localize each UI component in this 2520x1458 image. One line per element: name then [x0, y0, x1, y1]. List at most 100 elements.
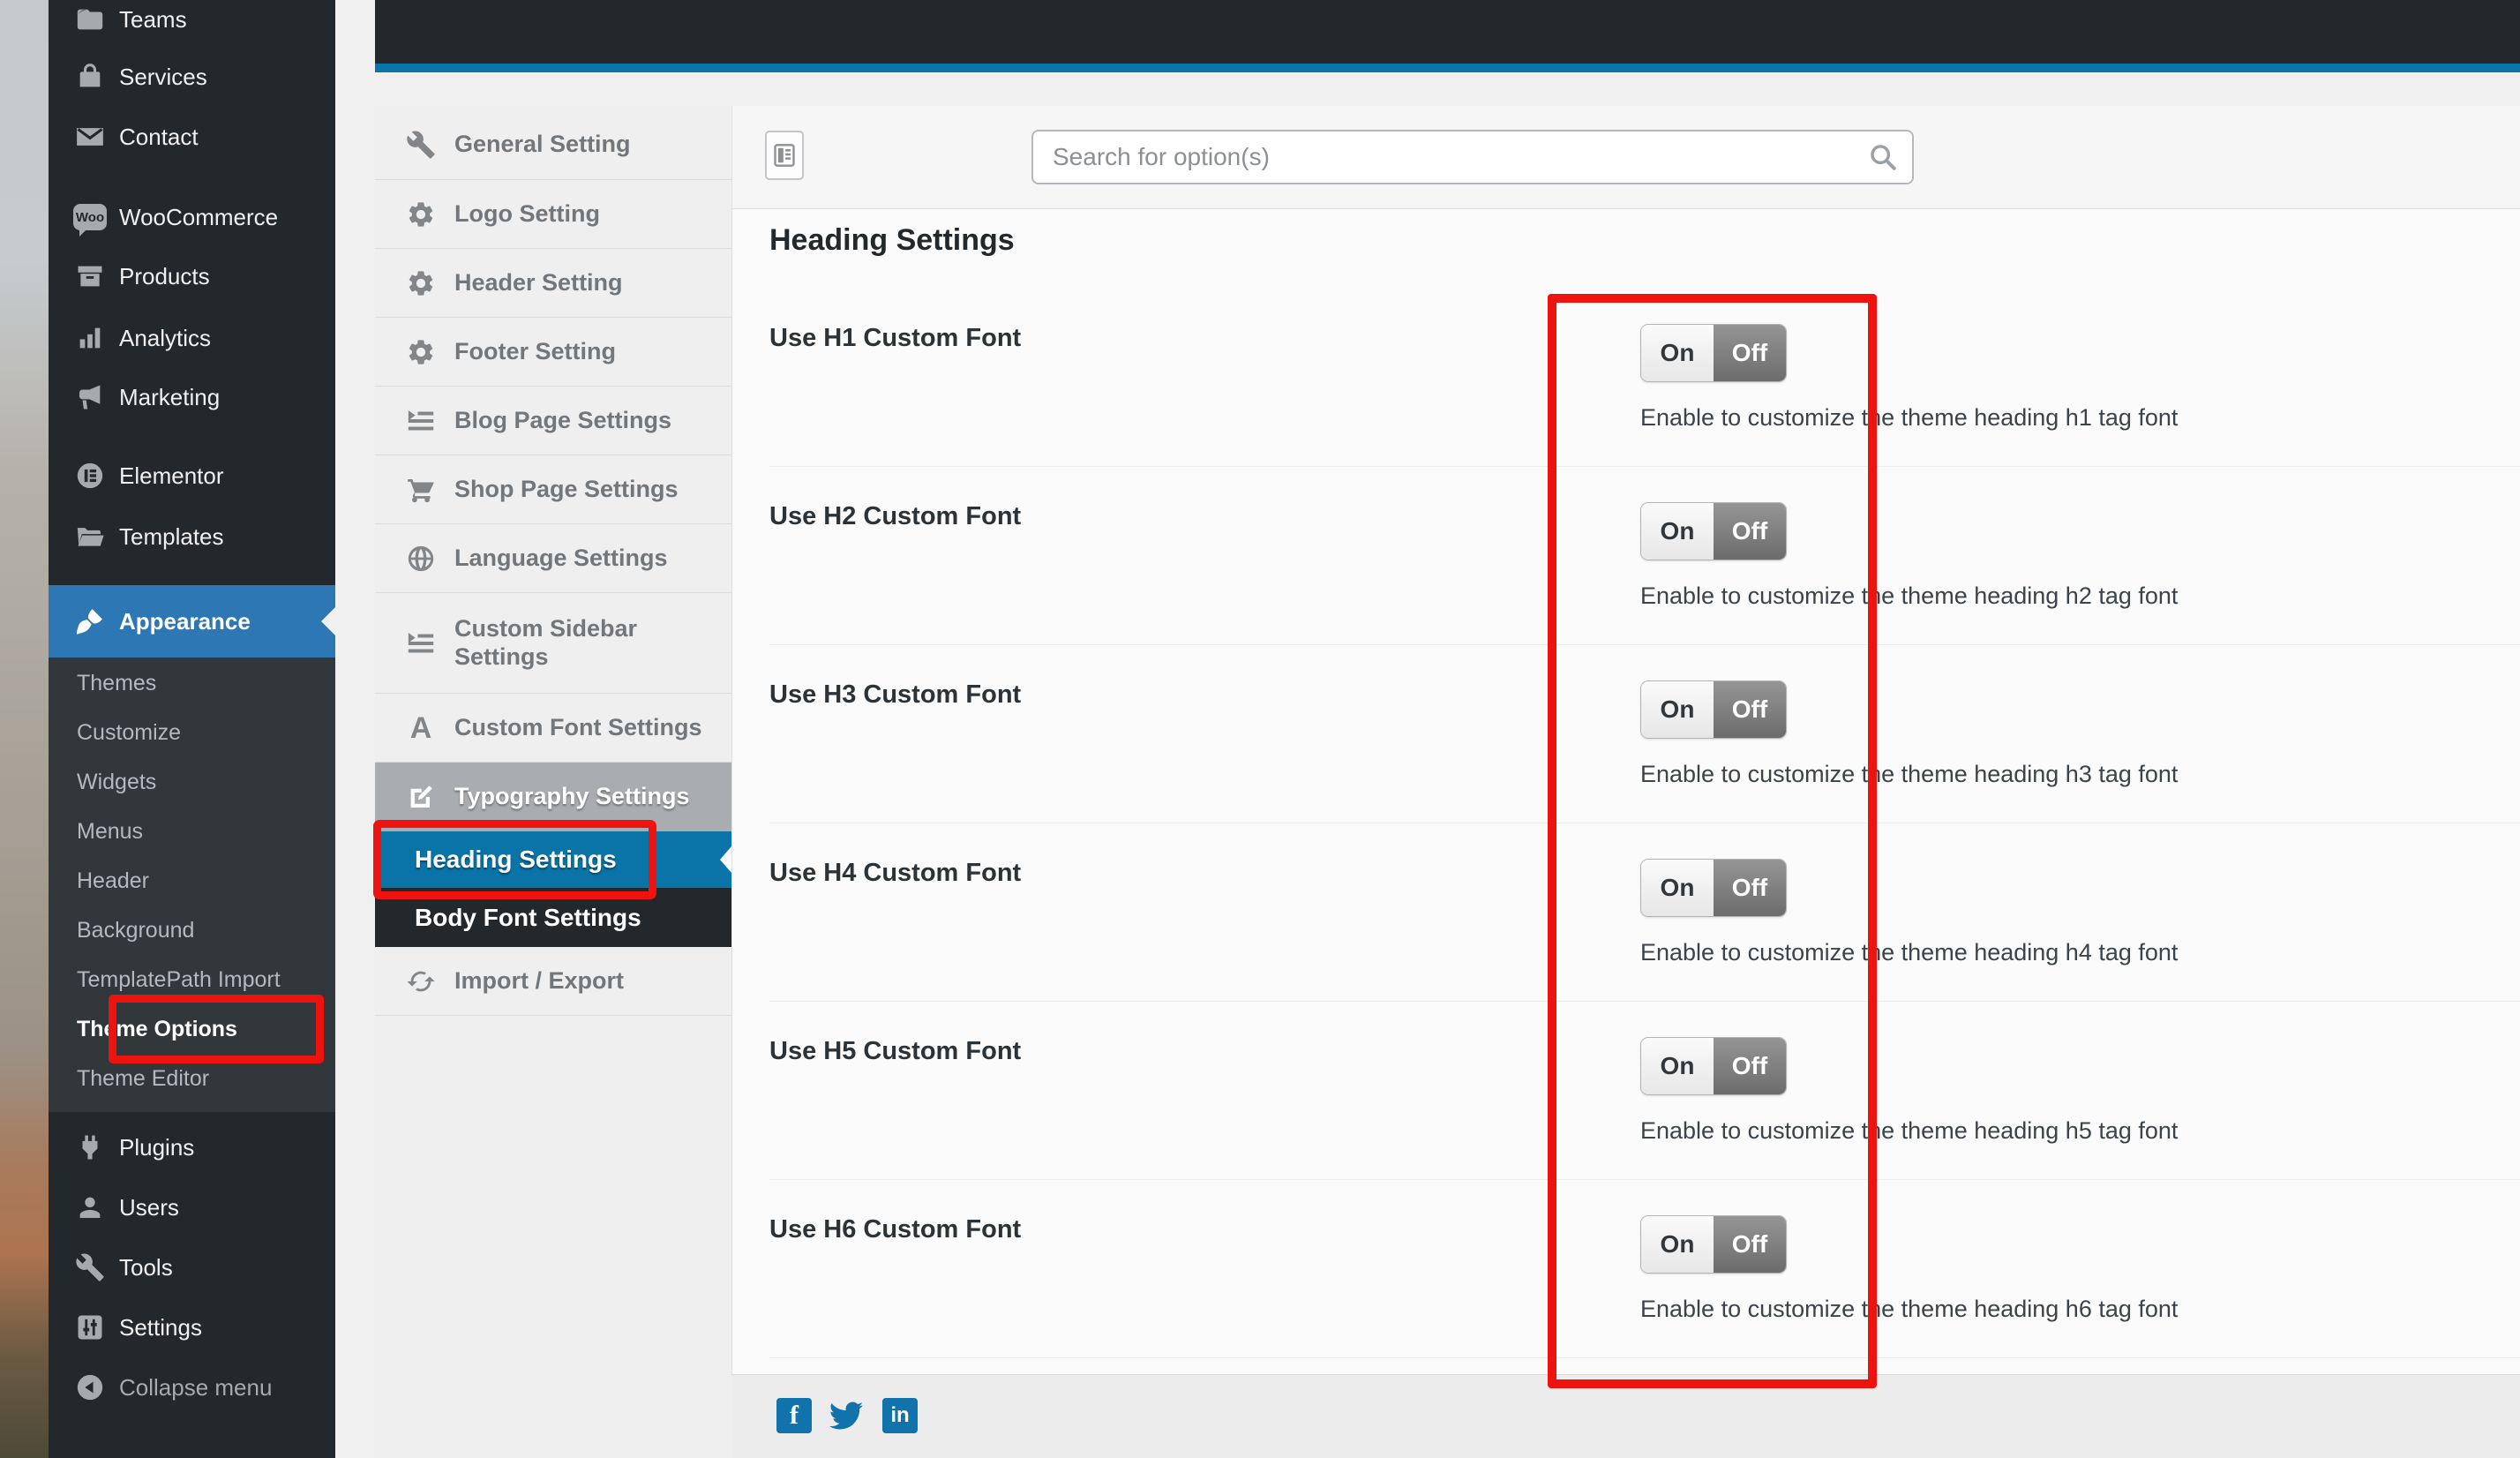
- settings-content-panel: Heading Settings Use H1 Custom Font On O…: [731, 106, 2520, 1458]
- sidebar-item-services[interactable]: Services: [49, 47, 335, 107]
- nav-item-label: Logo Setting: [454, 200, 600, 228]
- toggle-off-option[interactable]: Off: [1714, 325, 1786, 381]
- sidebar-item-products[interactable]: Products: [49, 246, 335, 306]
- globe-icon: [403, 541, 439, 576]
- sidebar-item-marketing[interactable]: Marketing: [49, 367, 335, 427]
- submenu-item-customize[interactable]: Customize: [49, 708, 335, 757]
- indented-list-icon: [403, 403, 439, 439]
- toggle-on-option[interactable]: On: [1641, 503, 1714, 560]
- toggle-on-option[interactable]: On: [1641, 1038, 1714, 1094]
- sidebar-item-teams[interactable]: Teams: [49, 0, 335, 49]
- collapse-icon: [73, 1371, 107, 1404]
- toggle-off-option[interactable]: Off: [1714, 1216, 1786, 1273]
- setting-description: Enable to customize the theme heading h6…: [1640, 1296, 2178, 1323]
- sidebar-item-users[interactable]: Users: [49, 1177, 335, 1237]
- nav-item-custom-font-settings[interactable]: A Custom Font Settings: [375, 694, 731, 763]
- sidebar-item-elementor[interactable]: Elementor: [49, 446, 335, 506]
- layout-toggle-button[interactable]: [765, 131, 804, 180]
- toggle-off-option[interactable]: Off: [1714, 860, 1786, 916]
- toggle-on-option[interactable]: On: [1641, 1216, 1714, 1273]
- archive-box-icon: [73, 259, 107, 293]
- sidebar-item-tools[interactable]: Tools: [49, 1237, 335, 1297]
- sidebar-item-plugins[interactable]: Plugins: [49, 1117, 335, 1177]
- h4-custom-font-toggle[interactable]: On Off: [1640, 859, 1787, 917]
- sliders-icon: [73, 1311, 107, 1344]
- sidebar-item-label: Plugins: [119, 1134, 194, 1161]
- submenu-item-theme-editor[interactable]: Theme Editor: [49, 1054, 335, 1103]
- submenu-label: Widgets: [77, 770, 156, 795]
- setting-row-h1: Use H1 Custom Font On Off Enable to cust…: [769, 289, 2520, 467]
- toggle-on-option[interactable]: On: [1641, 860, 1714, 916]
- nav-item-footer-setting[interactable]: Footer Setting: [375, 318, 731, 387]
- submenu-item-themes[interactable]: Themes: [49, 658, 335, 708]
- toggle-off-option[interactable]: Off: [1714, 681, 1786, 738]
- twitter-icon[interactable]: [824, 1398, 868, 1433]
- sidebar-item-settings[interactable]: Settings: [49, 1297, 335, 1357]
- sidebar-item-label: Elementor: [119, 462, 224, 490]
- bar-chart-icon: [73, 321, 107, 355]
- nav-item-language-settings[interactable]: Language Settings: [375, 524, 731, 593]
- submenu-label: Themes: [77, 671, 156, 696]
- setting-row-h6: Use H6 Custom Font On Off Enable to cust…: [769, 1180, 2520, 1358]
- active-menu-notch: [321, 607, 335, 635]
- sidebar-item-templates[interactable]: Templates: [49, 507, 335, 567]
- sidebar-item-label: Templates: [119, 523, 224, 551]
- nav-item-label: Import / Export: [454, 967, 624, 995]
- nav-item-blog-page-settings[interactable]: Blog Page Settings: [375, 387, 731, 455]
- submenu-item-templatepath-import[interactable]: TemplatePath Import: [49, 955, 335, 1004]
- h2-custom-font-toggle[interactable]: On Off: [1640, 502, 1787, 560]
- nav-item-heading-settings[interactable]: Heading Settings: [375, 831, 731, 888]
- h1-custom-font-toggle[interactable]: On Off: [1640, 324, 1787, 382]
- toggle-on-option[interactable]: On: [1641, 325, 1714, 381]
- bag-icon: [73, 60, 107, 94]
- nav-item-general-setting[interactable]: General Setting: [375, 109, 731, 180]
- h5-custom-font-toggle[interactable]: On Off: [1640, 1037, 1787, 1095]
- elementor-icon: [73, 459, 107, 492]
- submenu-item-header[interactable]: Header: [49, 856, 335, 906]
- nav-item-body-font-settings[interactable]: Body Font Settings: [375, 888, 731, 947]
- gear-icon: [403, 266, 439, 301]
- settings-rows: Use H1 Custom Font On Off Enable to cust…: [769, 289, 2520, 1358]
- sidebar-item-analytics[interactable]: Analytics: [49, 308, 335, 368]
- sidebar-item-label: Users: [119, 1194, 179, 1221]
- submenu-label: Header: [77, 868, 149, 894]
- setting-description: Enable to customize the theme heading h1…: [1640, 404, 2178, 432]
- setting-row-h2: Use H2 Custom Font On Off Enable to cust…: [769, 467, 2520, 645]
- linkedin-icon[interactable]: in: [882, 1398, 918, 1433]
- search-icon[interactable]: [1868, 142, 1898, 172]
- submenu-item-widgets[interactable]: Widgets: [49, 757, 335, 807]
- toggle-off-option[interactable]: Off: [1714, 1038, 1786, 1094]
- nav-item-shop-page-settings[interactable]: Shop Page Settings: [375, 455, 731, 524]
- search-input[interactable]: [1031, 130, 1914, 184]
- submenu-item-menus[interactable]: Menus: [49, 807, 335, 856]
- theme-options-nav: General Setting Logo Setting Header Sett…: [375, 106, 731, 1458]
- collapse-menu-button[interactable]: Collapse menu: [49, 1357, 335, 1417]
- sidebar-item-appearance[interactable]: Appearance: [49, 585, 335, 658]
- h3-custom-font-toggle[interactable]: On Off: [1640, 680, 1787, 739]
- h6-custom-font-toggle[interactable]: On Off: [1640, 1215, 1787, 1274]
- setting-label: Use H6 Custom Font: [769, 1215, 1021, 1244]
- nav-item-label: Blog Page Settings: [454, 407, 671, 434]
- nav-item-logo-setting[interactable]: Logo Setting: [375, 180, 731, 249]
- user-icon: [73, 1191, 107, 1224]
- top-bar-accent-line: [375, 64, 2520, 72]
- sidebar-item-woocommerce[interactable]: Woo WooCommerce: [49, 187, 335, 247]
- letter-a-icon: A: [403, 710, 439, 746]
- facebook-icon[interactable]: f: [776, 1398, 812, 1433]
- toggle-on-option[interactable]: On: [1641, 681, 1714, 738]
- nav-item-import-export[interactable]: Import / Export: [375, 947, 731, 1016]
- nav-item-header-setting[interactable]: Header Setting: [375, 249, 731, 318]
- nav-item-custom-sidebar-settings[interactable]: Custom Sidebar Settings: [375, 593, 731, 694]
- sidebar-item-contact[interactable]: Contact: [49, 107, 335, 167]
- toggle-off-option[interactable]: Off: [1714, 503, 1786, 560]
- sidebar-item-label: Appearance: [119, 608, 251, 635]
- options-toolbar: [732, 106, 2520, 209]
- submenu-item-theme-options[interactable]: Theme Options: [49, 1004, 335, 1054]
- gear-icon: [403, 334, 439, 370]
- nav-item-label: Footer Setting: [454, 338, 616, 365]
- search-box: [1031, 130, 1914, 184]
- sidebar-item-label: Services: [119, 64, 207, 91]
- nav-item-typography-settings[interactable]: Typography Settings: [375, 763, 731, 831]
- admin-top-bar: [375, 0, 2520, 64]
- submenu-item-background[interactable]: Background: [49, 906, 335, 955]
